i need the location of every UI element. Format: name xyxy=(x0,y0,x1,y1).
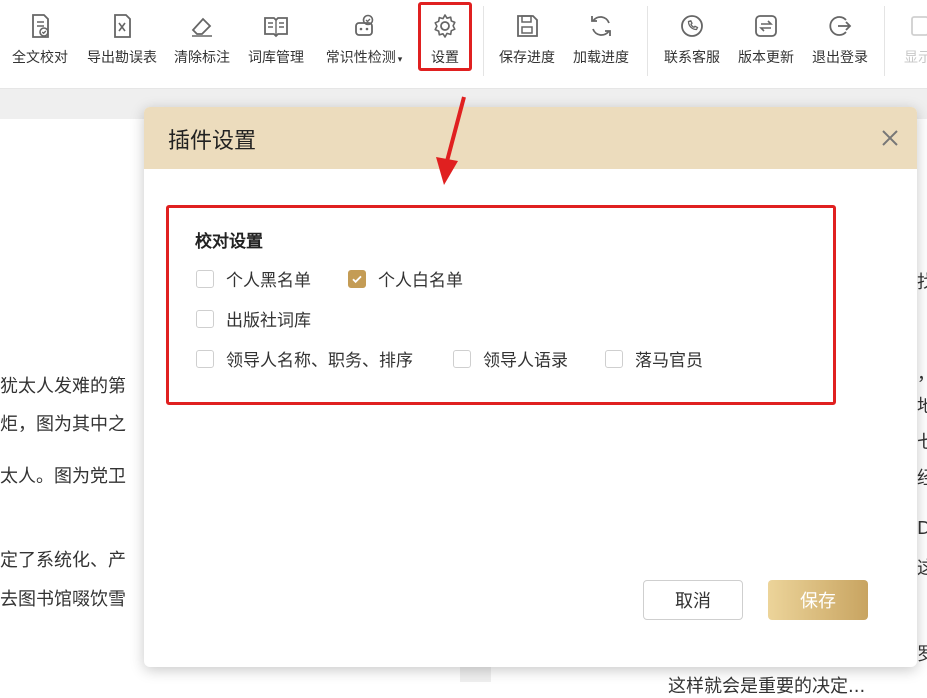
option-label: 出版社词库 xyxy=(226,311,311,331)
toolbar-label: 清除标注 xyxy=(174,50,230,66)
toolbar-export-errata-button[interactable]: 导出勘误表 xyxy=(83,0,161,88)
plugin-settings-dialog: 插件设置 校对设置 个人黑名单 个人白名单 出版社词库 领导人名称、职务、排序 … xyxy=(144,107,917,667)
common-sense-check-icon xyxy=(355,14,374,36)
proofread-doc-icon xyxy=(32,14,49,38)
phone-chat-icon xyxy=(681,15,703,37)
document-text-line: 这样就会是重要的决定... xyxy=(668,676,866,697)
option-publisher-dictionary[interactable]: 出版社词库 xyxy=(196,306,311,331)
chevron-down-icon: ▾ xyxy=(397,55,403,65)
toolbar-save-progress-button[interactable]: 保存进度 xyxy=(496,0,558,88)
document-text-line: D xyxy=(917,518,927,539)
toolbar-label: 保存进度 xyxy=(499,50,555,66)
logout-icon xyxy=(829,16,852,36)
save-button[interactable]: 保存 xyxy=(768,580,868,620)
option-leader-quotes[interactable]: 领导人语录 xyxy=(453,346,568,371)
dialog-header: 插件设置 xyxy=(144,107,917,169)
document-text-line: 七 xyxy=(917,432,927,453)
toolbar-label: 版本更新 xyxy=(738,50,794,66)
close-icon[interactable] xyxy=(877,125,903,151)
toolbar-divider xyxy=(483,6,484,76)
settings-highlight-box xyxy=(418,2,472,71)
reload-icon xyxy=(591,16,611,36)
checkbox-personal-blacklist[interactable] xyxy=(196,269,214,288)
toolbar-label: 加载进度 xyxy=(573,50,629,66)
toolbar-dictionary-button[interactable]: 词库管理 xyxy=(245,0,307,88)
toolbar-proofread-all-button[interactable]: 全文校对 xyxy=(9,0,71,88)
checkbox-publisher-dictionary[interactable] xyxy=(196,309,214,328)
option-leader-names-positions[interactable]: 领导人名称、职务、排序 xyxy=(196,346,413,371)
option-label: 领导人语录 xyxy=(483,351,568,371)
toolbar-contact-support-button[interactable]: 联系客服 xyxy=(661,0,723,88)
checkbox-leader-names-positions[interactable] xyxy=(196,349,214,368)
save-icon xyxy=(517,15,538,37)
document-text-line: 找 xyxy=(917,272,927,293)
display-icon xyxy=(911,16,927,36)
toolbar-clear-marks-button[interactable]: 清除标注 xyxy=(171,0,233,88)
section-title: 校对设置 xyxy=(195,232,263,252)
checkbox-personal-whitelist[interactable] xyxy=(348,269,366,288)
book-icon xyxy=(264,17,288,38)
document-text-line: 这 xyxy=(917,558,927,579)
document-text-line: 犹太人发难的第 xyxy=(0,376,126,397)
toolbar-load-progress-button[interactable]: 加载进度 xyxy=(570,0,632,88)
toolbar-label: 全文校对 xyxy=(12,50,68,66)
toolbar-divider xyxy=(647,6,648,76)
proofread-settings-section: 校对设置 个人黑名单 个人白名单 出版社词库 领导人名称、职务、排序 领导人语录… xyxy=(166,205,836,405)
eraser-icon xyxy=(191,17,212,37)
toolbar: 全文校对 导出勘误表 清除标注 词库管理 常识性检测 ▾ 设置 保存进度 加载进度… xyxy=(0,0,927,89)
option-label: 领导人名称、职务、排序 xyxy=(226,351,413,371)
document-text-line: 太人。图为党卫 xyxy=(0,466,126,487)
red-pointer-arrow xyxy=(436,96,466,185)
toolbar-display-button[interactable]: 显示 xyxy=(898,0,927,88)
toolbar-label: 显示 xyxy=(904,50,927,66)
toolbar-label: 词库管理 xyxy=(248,50,304,66)
toolbar-label: 联系客服 xyxy=(664,50,720,66)
document-text-line: 经 xyxy=(917,468,927,489)
toolbar-label: 退出登录 xyxy=(812,50,868,66)
dialog-title: 插件设置 xyxy=(168,129,257,154)
document-text-line: 炬，图为其中之 xyxy=(0,414,126,435)
toolbar-version-update-button[interactable]: 版本更新 xyxy=(735,0,797,88)
document-text-line: 去图书馆啜饮雪 xyxy=(0,589,126,610)
toolbar-logout-button[interactable]: 退出登录 xyxy=(809,0,871,88)
toolbar-label: 常识性检测 xyxy=(325,50,396,66)
option-label: 个人黑名单 xyxy=(226,271,311,291)
checkmark-icon xyxy=(352,275,362,283)
document-text-line: ， xyxy=(917,360,927,386)
toolbar-divider xyxy=(884,6,885,76)
option-label: 个人白名单 xyxy=(378,271,463,291)
option-label: 落马官员 xyxy=(635,351,703,371)
document-text-line: 地 xyxy=(917,396,927,417)
toolbar-label: 导出勘误表 xyxy=(87,50,157,66)
document-text-line: 罗 xyxy=(917,644,927,665)
update-icon xyxy=(755,15,777,37)
option-personal-whitelist[interactable]: 个人白名单 xyxy=(348,266,463,291)
option-personal-blacklist[interactable]: 个人黑名单 xyxy=(196,266,311,291)
document-text-line: 定了系统化、产 xyxy=(0,550,126,571)
checkbox-leader-quotes[interactable] xyxy=(453,349,471,368)
toolbar-common-sense-check-button[interactable]: 常识性检测 ▾ xyxy=(319,0,409,88)
export-excel-icon xyxy=(114,14,131,38)
option-fallen-officials[interactable]: 落马官员 xyxy=(605,346,703,371)
cancel-button[interactable]: 取消 xyxy=(643,580,743,620)
checkbox-fallen-officials[interactable] xyxy=(605,349,623,368)
